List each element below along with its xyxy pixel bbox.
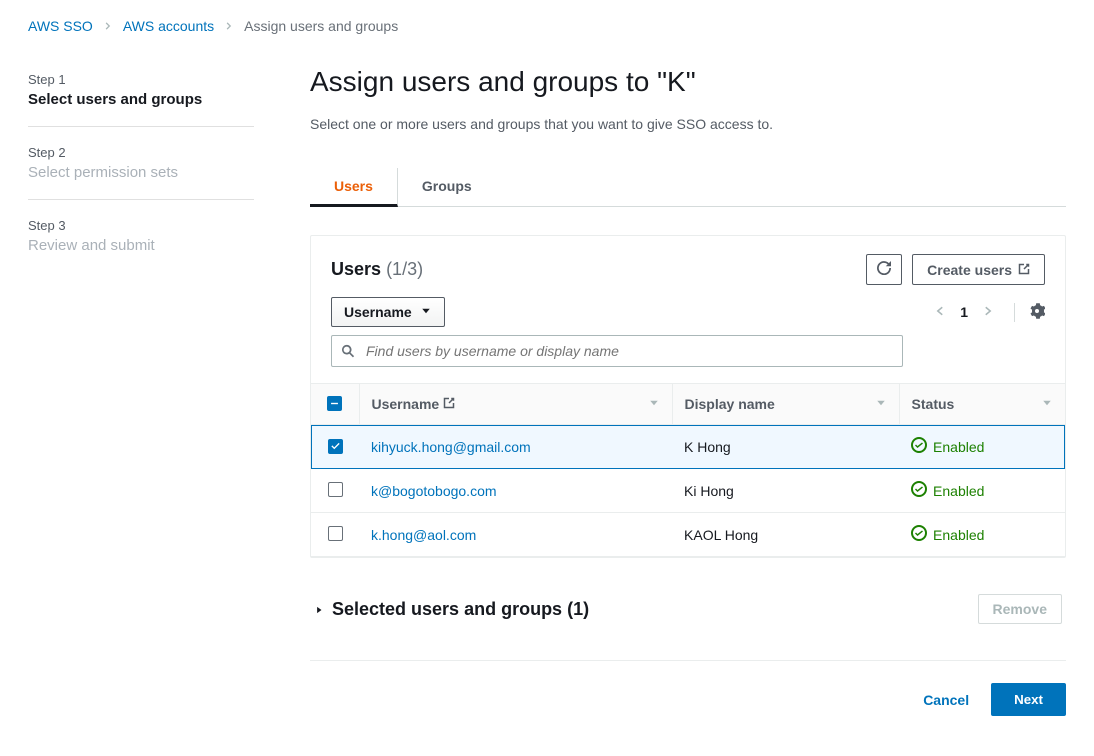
status-badge: Enabled bbox=[911, 525, 984, 544]
step-title: Select users and groups bbox=[28, 91, 254, 108]
username-link[interactable]: k.hong@aol.com bbox=[371, 527, 476, 543]
refresh-button[interactable] bbox=[866, 254, 902, 285]
username-link[interactable]: kihyuck.hong@gmail.com bbox=[371, 439, 531, 455]
page-number: 1 bbox=[960, 304, 968, 320]
row-checkbox[interactable] bbox=[328, 439, 343, 454]
sort-icon[interactable] bbox=[1041, 396, 1053, 412]
col-display-name[interactable]: Display name bbox=[685, 396, 775, 412]
users-card-title: Users (1/3) bbox=[331, 259, 423, 280]
footer: Cancel Next bbox=[310, 660, 1066, 716]
status-badge: Enabled bbox=[911, 481, 984, 500]
display-name: KAOL Hong bbox=[684, 527, 758, 543]
wizard-step-3: Step 3 Review and submit bbox=[28, 199, 254, 254]
breadcrumb-aws-accounts[interactable]: AWS accounts bbox=[123, 18, 214, 34]
remove-button[interactable]: Remove bbox=[978, 594, 1062, 624]
tab-users[interactable]: Users bbox=[310, 168, 398, 207]
users-card: Users (1/3) Create users bbox=[310, 235, 1066, 558]
username-link[interactable]: k@bogotobogo.com bbox=[371, 483, 497, 499]
check-circle-icon bbox=[911, 525, 927, 544]
row-checkbox[interactable] bbox=[328, 526, 343, 541]
pagination: 1 bbox=[934, 303, 1045, 322]
select-all-checkbox[interactable] bbox=[327, 396, 342, 411]
table-row[interactable]: kihyuck.hong@gmail.com K Hong Enabled bbox=[311, 425, 1065, 469]
page-subtitle: Select one or more users and groups that… bbox=[310, 116, 1066, 132]
wizard-step-1[interactable]: Step 1 Select users and groups bbox=[28, 72, 254, 108]
external-link-icon bbox=[443, 396, 455, 412]
check-circle-icon bbox=[911, 437, 927, 456]
table-row[interactable]: k@bogotobogo.com Ki Hong Enabled bbox=[311, 469, 1065, 513]
tab-groups[interactable]: Groups bbox=[398, 168, 496, 206]
page-prev[interactable] bbox=[934, 304, 946, 320]
caret-down-icon bbox=[420, 304, 432, 320]
status-badge: Enabled bbox=[911, 437, 984, 456]
col-username[interactable]: Username bbox=[372, 396, 440, 412]
sort-icon[interactable] bbox=[875, 396, 887, 412]
settings-button[interactable] bbox=[1014, 303, 1045, 322]
row-checkbox[interactable] bbox=[328, 482, 343, 497]
display-name: Ki Hong bbox=[684, 483, 734, 499]
cancel-button[interactable]: Cancel bbox=[923, 692, 969, 708]
check-circle-icon bbox=[911, 481, 927, 500]
col-status[interactable]: Status bbox=[912, 396, 955, 412]
sort-icon[interactable] bbox=[648, 396, 660, 412]
filter-column-dropdown[interactable]: Username bbox=[331, 297, 445, 327]
display-name: K Hong bbox=[684, 439, 731, 455]
step-label: Step 2 bbox=[28, 145, 254, 160]
step-title: Select permission sets bbox=[28, 164, 254, 181]
search-icon bbox=[341, 344, 355, 358]
wizard-step-2: Step 2 Select permission sets bbox=[28, 126, 254, 181]
refresh-icon bbox=[877, 261, 891, 278]
breadcrumb: AWS SSO AWS accounts Assign users and gr… bbox=[0, 0, 1094, 48]
step-label: Step 1 bbox=[28, 72, 254, 87]
page-title: Assign users and groups to "K" bbox=[310, 66, 1066, 98]
users-table: Username Displa bbox=[311, 383, 1065, 557]
search-input[interactable] bbox=[331, 335, 903, 367]
next-button[interactable]: Next bbox=[991, 683, 1066, 716]
breadcrumb-aws-sso[interactable]: AWS SSO bbox=[28, 18, 93, 34]
step-label: Step 3 bbox=[28, 218, 254, 233]
table-row[interactable]: k.hong@aol.com KAOL Hong Enabled bbox=[311, 513, 1065, 557]
create-users-button[interactable]: Create users bbox=[912, 254, 1045, 285]
caret-right-icon bbox=[314, 599, 324, 620]
page-next[interactable] bbox=[982, 304, 994, 320]
step-title: Review and submit bbox=[28, 237, 254, 254]
breadcrumb-current: Assign users and groups bbox=[244, 18, 398, 34]
tabs: Users Groups bbox=[310, 168, 1066, 207]
chevron-right-icon bbox=[103, 21, 113, 31]
wizard-steps: Step 1 Select users and groups Step 2 Se… bbox=[0, 48, 282, 756]
selected-toggle[interactable]: Selected users and groups (1) bbox=[314, 599, 589, 620]
search-box bbox=[331, 335, 903, 367]
chevron-right-icon bbox=[224, 21, 234, 31]
external-link-icon bbox=[1018, 262, 1030, 278]
